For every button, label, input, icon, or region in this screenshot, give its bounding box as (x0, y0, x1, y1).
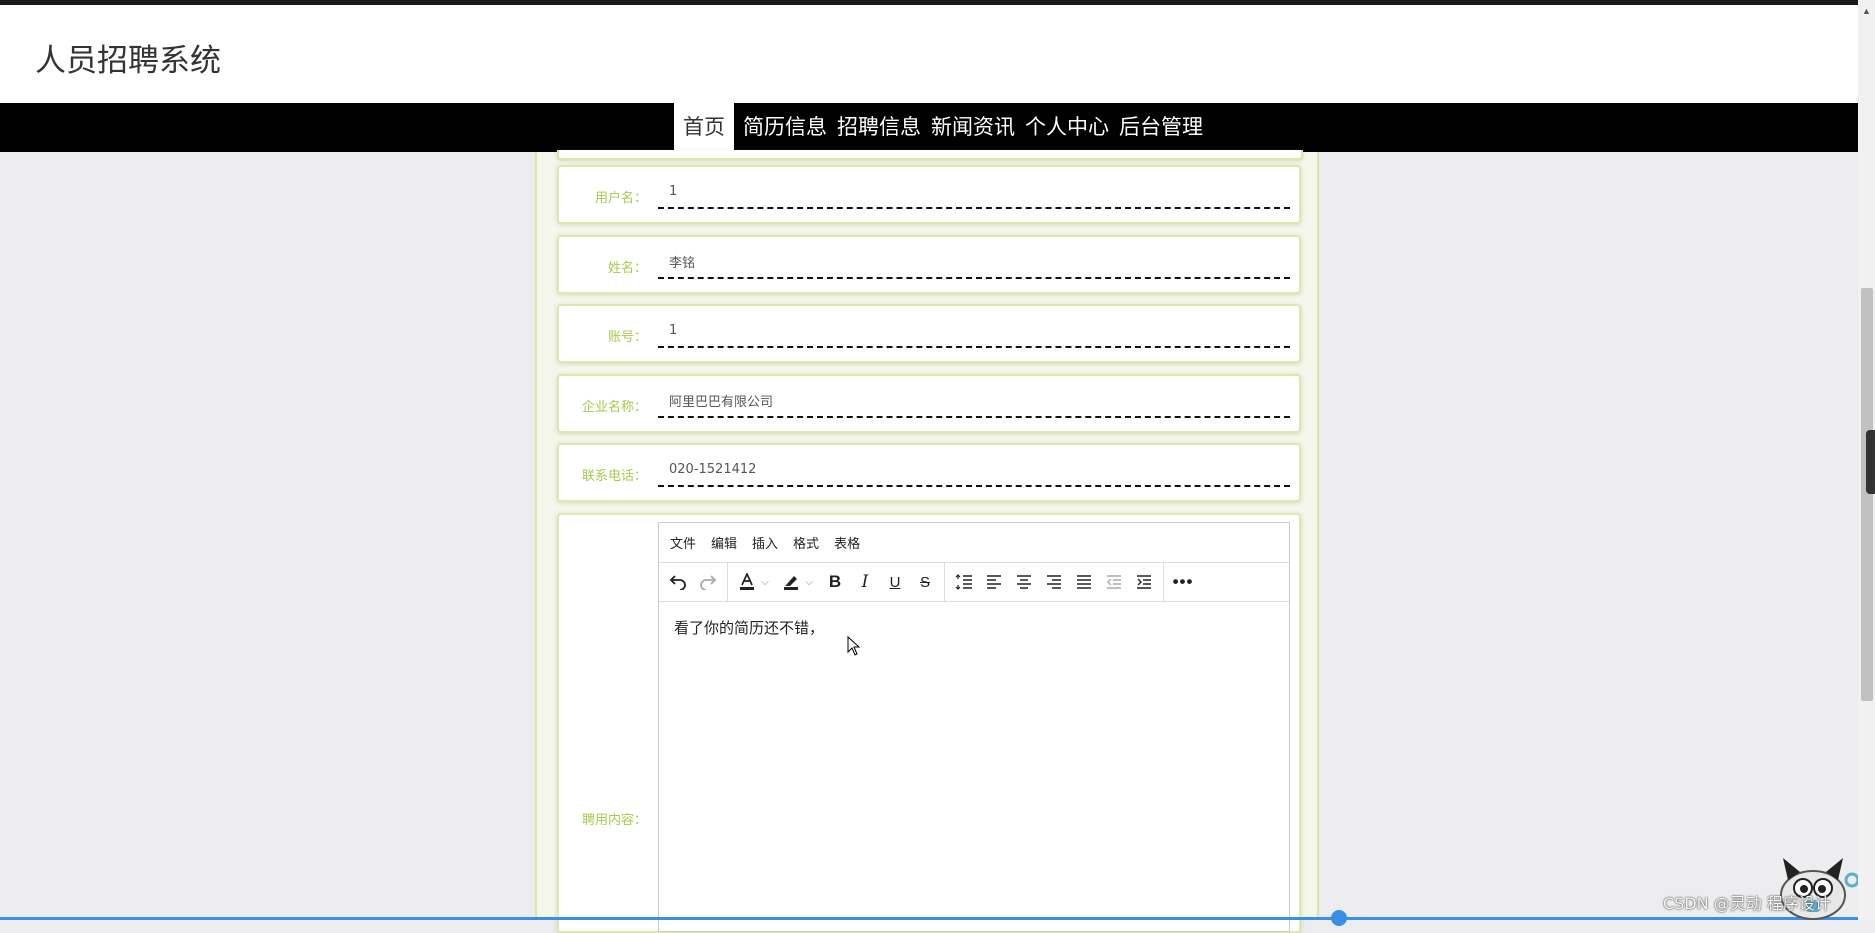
redo-icon[interactable] (693, 567, 723, 597)
username-label: 用户名： (594, 191, 647, 206)
mouse-pointer-icon (847, 636, 861, 656)
align-center-icon[interactable] (1009, 567, 1039, 597)
editor-menubar: 文件 编辑 插入 格式 表格 (659, 523, 1289, 563)
scrollbar-marker (1866, 430, 1875, 494)
username-row: 用户名： (557, 165, 1301, 224)
undo-icon[interactable] (663, 567, 693, 597)
name-input[interactable] (658, 246, 1290, 279)
account-label: 账号： (607, 330, 647, 345)
nav-item-home[interactable]: 首页 (674, 103, 734, 152)
text-color-icon[interactable]: ⌵ (732, 567, 776, 597)
bold-icon[interactable]: B (820, 567, 850, 597)
phone-label: 联系电话： (581, 469, 647, 484)
menu-edit[interactable]: 编辑 (711, 533, 737, 552)
italic-icon[interactable]: I (850, 567, 880, 597)
site-header: 人员招聘系统 (0, 5, 1858, 103)
menu-file[interactable]: 文件 (670, 533, 696, 552)
more-icon[interactable]: ••• (1168, 567, 1198, 597)
account-row: 账号： (557, 304, 1301, 363)
username-input[interactable] (658, 176, 1290, 209)
content-label: 聘用内容： (581, 813, 647, 828)
phone-input[interactable] (658, 454, 1290, 487)
watermark-text: CSDN @灵动 程序设计 (1663, 894, 1831, 913)
site-title: 人员招聘系统 (35, 43, 221, 79)
line-height-icon[interactable] (949, 567, 979, 597)
nav-item-news[interactable]: 新闻资讯 (926, 103, 1020, 152)
strikethrough-icon[interactable]: S (910, 567, 940, 597)
nav-item-profile[interactable]: 个人中心 (1020, 103, 1114, 152)
menu-table[interactable]: 表格 (834, 533, 860, 552)
floating-dot[interactable] (1331, 910, 1347, 926)
indent-icon[interactable] (1129, 567, 1159, 597)
outdent-icon[interactable] (1099, 567, 1129, 597)
editor-toolbar: ⌵ ⌵ B I U S ••• (659, 563, 1289, 602)
underline-icon[interactable]: U (880, 567, 910, 597)
align-right-icon[interactable] (1039, 567, 1069, 597)
chevron-down-icon[interactable]: ⌵ (805, 577, 813, 588)
align-justify-icon[interactable] (1069, 567, 1099, 597)
editor-content[interactable]: 看了你的简历还不错， (659, 602, 1289, 653)
chevron-down-icon[interactable]: ⌵ (761, 577, 769, 588)
phone-row: 联系电话： (557, 443, 1301, 502)
highlight-color-icon[interactable]: ⌵ (776, 567, 820, 597)
company-input[interactable] (658, 385, 1290, 418)
company-label: 企业名称： (581, 400, 647, 415)
nav-item-admin[interactable]: 后台管理 (1114, 103, 1208, 152)
nav-item-jobs[interactable]: 招聘信息 (832, 103, 926, 152)
nav-item-resume[interactable]: 简历信息 (738, 103, 832, 152)
main-nav: 首页 简历信息 招聘信息 新闻资讯 个人中心 后台管理 (0, 103, 1858, 152)
scrollbar-thumb[interactable] (1861, 288, 1873, 701)
menu-insert[interactable]: 插入 (752, 533, 778, 552)
menu-format[interactable]: 格式 (793, 533, 819, 552)
scroll-up-arrow-icon[interactable]: ▲ (1862, 6, 1871, 16)
company-row: 企业名称： (557, 374, 1301, 433)
account-input[interactable] (658, 315, 1290, 348)
rich-text-editor: 文件 编辑 插入 格式 表格 ⌵ ⌵ B I U S ••• 看了你的简历还不错… (658, 522, 1290, 932)
form-panel: 用户名： 姓名： 账号： 企业名称： 联系电话： 聘用内容： 文件 编辑 插入 … (535, 150, 1319, 933)
name-label: 姓名： (607, 261, 647, 276)
align-left-icon[interactable] (979, 567, 1009, 597)
name-row: 姓名： (557, 235, 1301, 294)
content-row: 聘用内容： 文件 编辑 插入 格式 表格 ⌵ ⌵ B I U S ••• 看了你… (557, 513, 1301, 933)
previous-row-edge (557, 150, 1303, 160)
